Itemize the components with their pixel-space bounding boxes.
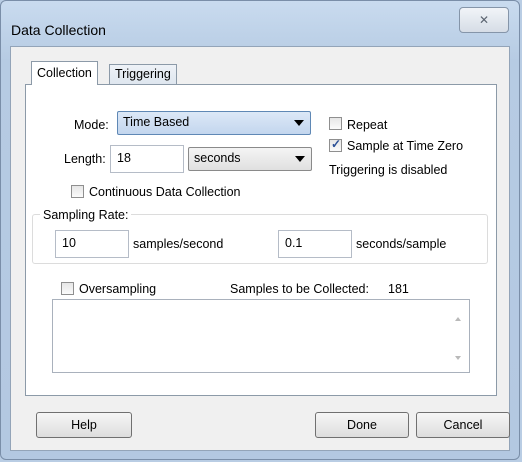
mode-select[interactable]: Time Based (117, 111, 311, 135)
done-button-label: Done (347, 418, 377, 432)
help-button[interactable]: Help (36, 412, 132, 438)
scroll-down-icon[interactable] (455, 356, 461, 360)
cancel-button[interactable]: Cancel (416, 412, 510, 438)
repeat-label: Repeat (347, 118, 388, 132)
samples-to-be-collected-label: Samples to be Collected: (230, 282, 369, 296)
sample-at-time-zero-checkbox[interactable]: ✓ (329, 137, 342, 152)
oversampling-label: Oversampling (79, 282, 157, 296)
scroll-up-icon[interactable] (455, 317, 461, 321)
notes-textarea[interactable] (52, 299, 470, 373)
oversampling-checkbox[interactable] (61, 282, 74, 295)
length-input[interactable]: 18 (110, 145, 184, 173)
chevron-down-icon (294, 120, 304, 126)
mode-label: Mode: (74, 118, 109, 132)
sample-rate-value: 10 (62, 236, 76, 250)
sample-rate-units: samples/second (133, 237, 224, 251)
close-icon: ✕ (478, 13, 490, 27)
length-units-value: seconds (194, 151, 241, 165)
length-input-value: 18 (117, 151, 131, 165)
tab-triggering-label: Triggering (115, 67, 171, 81)
continuous-checkbox[interactable] (71, 185, 84, 198)
sample-interval-value: 0.1 (285, 236, 303, 250)
mode-select-value: Time Based (123, 115, 190, 129)
tab-collection-label: Collection (37, 66, 92, 80)
sample-interval-input[interactable]: 0.1 (278, 230, 352, 258)
checkmark-icon: ✓ (331, 137, 342, 151)
sample-interval-units: seconds/sample (356, 237, 447, 251)
help-button-label: Help (71, 418, 97, 432)
sample-at-time-zero-label: Sample at Time Zero (347, 139, 464, 153)
tab-triggering[interactable]: Triggering (109, 64, 177, 86)
cancel-button-label: Cancel (443, 418, 483, 432)
chevron-down-icon (295, 156, 305, 162)
samples-to-be-collected-value: 181 (388, 282, 409, 296)
repeat-checkbox[interactable] (329, 117, 342, 130)
sample-rate-input[interactable]: 10 (55, 230, 129, 258)
triggering-status-text: Triggering is disabled (329, 163, 448, 177)
done-button[interactable]: Done (315, 412, 409, 438)
continuous-label: Continuous Data Collection (89, 185, 241, 199)
tab-collection[interactable]: Collection (31, 61, 98, 85)
window-title: Data Collection (11, 22, 106, 38)
sampling-rate-label: Sampling Rate: (40, 208, 132, 222)
close-button[interactable]: ✕ (459, 7, 509, 33)
length-units-select[interactable]: seconds (188, 147, 312, 171)
length-label: Length: (64, 152, 106, 166)
